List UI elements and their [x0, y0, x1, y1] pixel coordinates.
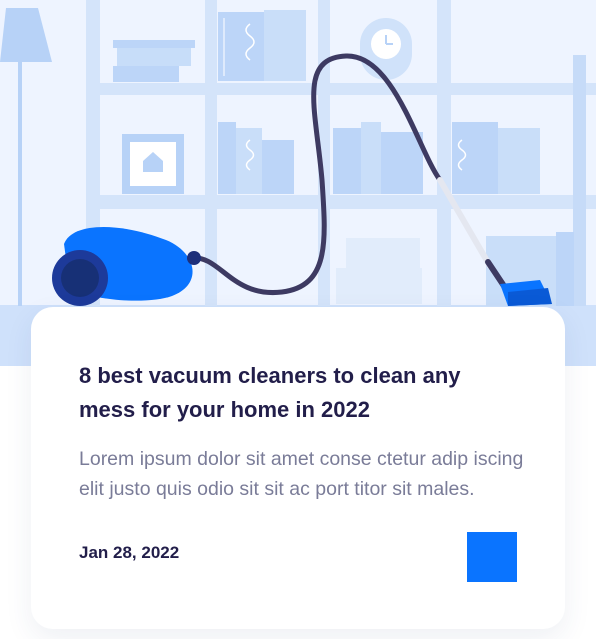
article-title[interactable]: 8 best vacuum cleaners to clean any mess… [79, 359, 519, 427]
article-excerpt: Lorem ipsum dolor sit amet conse ctetur … [79, 448, 524, 500]
vacuum-body [52, 226, 201, 306]
article-card[interactable]: 8 best vacuum cleaners to clean any mess… [31, 307, 565, 629]
picture-frame [122, 134, 184, 194]
article-date: Jan 28, 2022 [79, 543, 180, 562]
books-middle-right [333, 122, 540, 194]
clock [360, 18, 412, 80]
books-middle [218, 122, 294, 194]
storage-box [113, 40, 195, 82]
read-more-button[interactable] [467, 532, 517, 582]
books-top [218, 10, 306, 81]
floor-lamp [0, 8, 52, 306]
